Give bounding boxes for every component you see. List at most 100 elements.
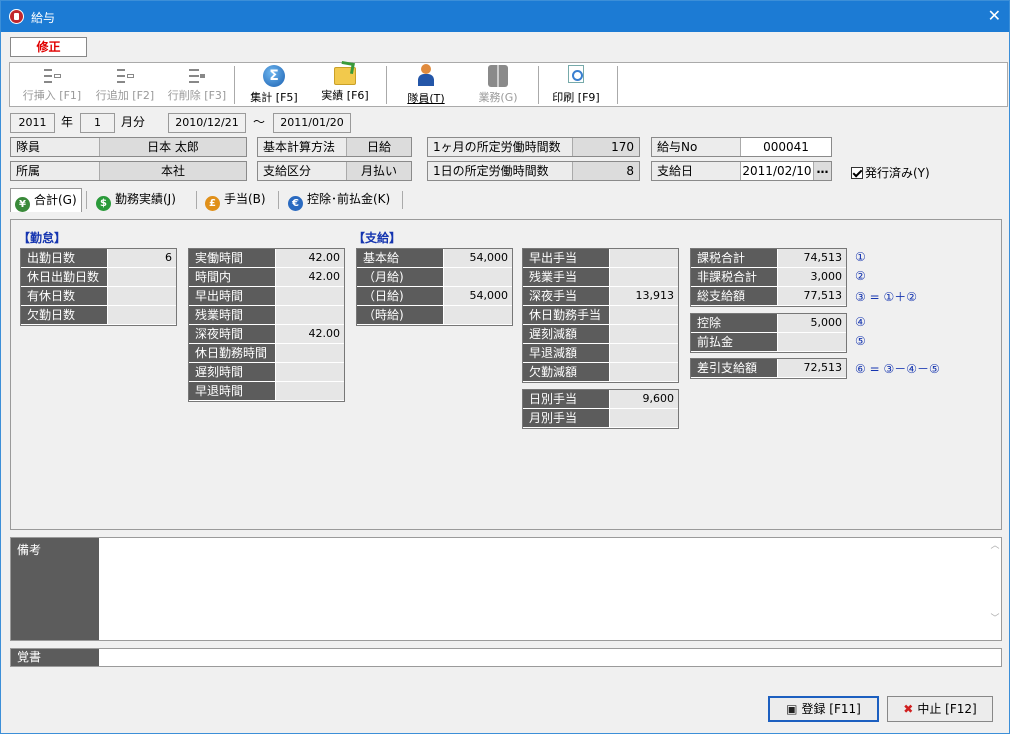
grid-value[interactable] <box>276 363 344 381</box>
pay-date-value[interactable]: 2011/02/10 <box>740 162 813 180</box>
grid-row: 有休日数 <box>21 287 176 306</box>
close-icon[interactable]: ✕ <box>988 6 1001 25</box>
dept-value[interactable]: 本社 <box>99 162 246 180</box>
grid-value[interactable]: 74,513 <box>778 249 846 267</box>
grid-value[interactable]: 54,000 <box>444 287 512 305</box>
grid-value[interactable] <box>444 306 512 324</box>
pay-type-field: 支給区分 月払い <box>257 161 412 181</box>
grid-key: （月給) <box>357 268 443 286</box>
grid-key: 残業手当 <box>523 268 609 286</box>
staff-button[interactable]: 隊員(T) <box>396 63 456 106</box>
grid-value[interactable]: 42.00 <box>276 249 344 267</box>
print-button[interactable]: 印刷 [F9] <box>546 63 606 106</box>
grid-value[interactable] <box>276 306 344 324</box>
grid-key: 早退時間 <box>189 382 275 400</box>
note-input[interactable] <box>99 649 1001 666</box>
insert-row-button[interactable]: 行挿入 [F1] <box>16 63 88 106</box>
year-field[interactable]: 2011 <box>10 113 55 133</box>
remarks-textarea[interactable] <box>99 538 1001 640</box>
remarks-scrollbar[interactable]: ︿ ﹀ <box>989 538 1001 640</box>
tab-allowance[interactable]: £ 手当(B) <box>205 188 279 212</box>
pay-type-value[interactable]: 月払い <box>346 162 411 180</box>
grid-row: 非課税合計 3,000 ② <box>691 268 866 287</box>
grid-value[interactable]: 72,513 <box>778 359 846 377</box>
delete-row-icon <box>187 67 207 85</box>
formula-note: ⑥ = ③－④－⑤ <box>855 362 940 376</box>
grid-row: （時給) <box>357 306 512 325</box>
grid-key: 深夜手当 <box>523 287 609 305</box>
cross-icon: ✖ <box>903 702 914 716</box>
staff-value[interactable]: 日本 太郎 <box>99 138 246 156</box>
grid-row: 早出時間 <box>189 287 344 306</box>
grid-value[interactable]: 42.00 <box>276 268 344 286</box>
delete-row-label: 行削除 [F3] <box>167 89 227 102</box>
save-label: 登録 [F11] <box>801 702 861 716</box>
mode-badge: 修正 <box>10 37 87 57</box>
month-field[interactable]: 1 <box>80 113 115 133</box>
grid-key: 基本給 <box>357 249 443 267</box>
grid-value[interactable] <box>276 344 344 362</box>
grid-value[interactable] <box>610 268 678 286</box>
work-label: 業務(G) <box>478 91 518 104</box>
grid-key: 有休日数 <box>21 287 107 305</box>
grid-row: 残業時間 <box>189 306 344 325</box>
payroll-window: 給与 ✕ 修正 行挿入 [F1] 行追加 [F2] 行削除 [F3] Σ 集計 … <box>0 0 1010 734</box>
grid-value[interactable]: 5,000 <box>778 314 846 332</box>
grid-row: 課税合計 74,513 ① <box>691 249 866 268</box>
grid-value[interactable] <box>610 249 678 267</box>
attendance-hours-grid: 実働時間 42.00 時間内 42.00 早出時間 残業時間 深夜時間 42.00 休日勤務時間… <box>188 248 345 402</box>
grid-value[interactable]: 77,513 <box>778 287 846 305</box>
grid-row: 残業手当 <box>523 268 678 287</box>
grid-value[interactable] <box>610 325 678 343</box>
grid-value[interactable] <box>444 268 512 286</box>
coins-icon: ¥ <box>15 197 30 212</box>
grid-value[interactable]: 6 <box>108 249 176 267</box>
save-button[interactable]: ▣ 登録 [F11] <box>768 696 879 722</box>
grid-key: 深夜時間 <box>189 325 275 343</box>
grid-value[interactable] <box>108 287 176 305</box>
daily-hours-value[interactable]: 8 <box>572 162 639 180</box>
folder-open-icon <box>334 67 356 85</box>
work-button[interactable]: 業務(G) <box>468 63 528 106</box>
toolbar-separator <box>386 66 387 104</box>
grid-value[interactable] <box>610 363 678 381</box>
grid-value[interactable]: 42.00 <box>276 325 344 343</box>
grid-value[interactable] <box>610 344 678 362</box>
cancel-button[interactable]: ✖ 中止 [F12] <box>887 696 993 722</box>
deduction-grid: 控除 5,000 ④ 前払金 ⑤ <box>690 313 866 353</box>
actual-button[interactable]: 実績 [F6] <box>312 63 378 106</box>
payroll-no-value[interactable]: 000041 <box>740 138 831 156</box>
grid-value[interactable] <box>610 409 678 427</box>
grid-value[interactable] <box>276 287 344 305</box>
issued-checkbox[interactable]: 発行済み(Y) <box>851 164 930 181</box>
date-picker-button[interactable]: … <box>813 162 831 180</box>
delete-row-button[interactable]: 行削除 [F3] <box>161 63 233 106</box>
calc-method-field: 基本計算方法 日給 <box>257 137 412 157</box>
grid-key: 残業時間 <box>189 306 275 324</box>
grid-value[interactable] <box>108 306 176 324</box>
window-title: 給与 <box>31 11 56 25</box>
sum-button[interactable]: Σ 集計 [F5] <box>242 63 306 106</box>
grid-value[interactable]: 9,600 <box>610 390 678 408</box>
tab-deduction[interactable]: € 控除･前払金(K) <box>288 188 400 212</box>
monthly-hours-field: 1ヶ月の所定労働時間数 170 <box>427 137 640 157</box>
net-pay-grid: 差引支給額 72,513 ⑥ = ③－④－⑤ <box>690 358 940 379</box>
tab-total[interactable]: ¥ 合計(G) <box>10 188 82 212</box>
calc-method-value[interactable]: 日給 <box>346 138 411 156</box>
period-from-field[interactable]: 2010/12/21 <box>168 113 246 133</box>
app-icon <box>9 9 24 24</box>
add-row-button[interactable]: 行追加 [F2] <box>89 63 161 106</box>
grid-value[interactable] <box>610 306 678 324</box>
monthly-hours-value[interactable]: 170 <box>572 138 639 156</box>
grid-row: 休日勤務手当 <box>523 306 678 325</box>
period-to-field[interactable]: 2011/01/20 <box>273 113 351 133</box>
grid-value[interactable]: 13,913 <box>610 287 678 305</box>
grid-value[interactable] <box>778 333 846 351</box>
grid-value[interactable] <box>108 268 176 286</box>
grid-value[interactable]: 54,000 <box>444 249 512 267</box>
grid-value[interactable]: 3,000 <box>778 268 846 286</box>
pound-icon: £ <box>205 196 220 211</box>
grid-key: 日別手当 <box>523 390 609 408</box>
grid-value[interactable] <box>276 382 344 400</box>
tab-attendance[interactable]: $ 勤務実績(J) <box>96 188 192 212</box>
